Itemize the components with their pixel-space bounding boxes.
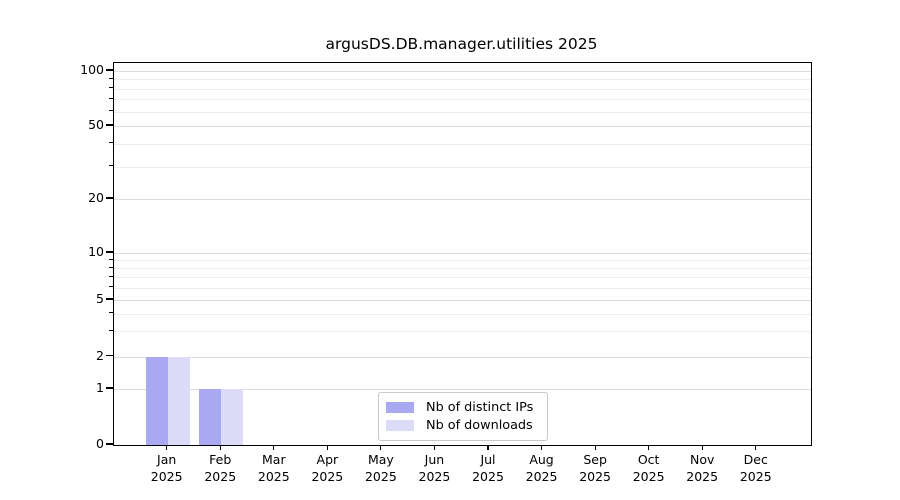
y-minor-tick-mark	[109, 78, 113, 79]
legend: Nb of distinct IPs Nb of downloads	[378, 392, 548, 441]
y-gridline-minor	[114, 314, 811, 315]
y-tick-label: 5	[0, 291, 104, 307]
y-minor-tick-mark	[109, 259, 113, 260]
y-gridline-minor	[114, 112, 811, 113]
y-minor-tick-mark	[109, 87, 113, 88]
x-tick-mark	[755, 445, 756, 450]
y-tick-mark	[106, 69, 113, 70]
y-gridline-minor	[114, 260, 811, 261]
y-gridline-minor	[114, 79, 811, 80]
y-tick-label: 10	[0, 244, 104, 260]
legend-swatch-distinct-ips	[386, 402, 414, 413]
bar-downloads	[168, 357, 190, 446]
x-tick-mark	[273, 445, 274, 450]
y-tick-label: 2	[0, 348, 104, 364]
y-tick-label: 0	[0, 436, 104, 452]
y-tick-label: 50	[0, 117, 104, 133]
legend-item-downloads: Nb of downloads	[386, 417, 540, 434]
x-tick-label-line: 2025	[724, 469, 788, 486]
y-minor-tick-mark	[109, 165, 113, 166]
y-tick-label: 20	[0, 190, 104, 206]
y-minor-tick-mark	[109, 98, 113, 99]
x-tick-mark	[327, 445, 328, 450]
y-gridline-minor	[114, 288, 811, 289]
y-gridline-major	[114, 199, 811, 200]
legend-item-distinct-ips: Nb of distinct IPs	[386, 399, 540, 416]
x-tick-label: Dec2025	[724, 452, 788, 485]
chart-figure: argusDS.DB.manager.utilities 2025 0 1 2 5 10…	[0, 0, 900, 500]
y-gridline-minor	[114, 89, 811, 90]
x-tick-mark	[648, 445, 649, 450]
x-tick-mark	[595, 445, 596, 450]
y-minor-tick-mark	[109, 312, 113, 313]
y-tick-label: 100	[0, 62, 104, 78]
y-tick-mark	[106, 443, 113, 444]
x-tick-mark	[380, 445, 381, 450]
chart-title: argusDS.DB.manager.utilities 2025	[113, 35, 810, 53]
y-tick-mark	[106, 298, 113, 299]
x-tick-mark	[434, 445, 435, 450]
y-gridline-minor	[114, 99, 811, 100]
bar-distinct-ips	[146, 357, 168, 446]
y-minor-tick-mark	[109, 267, 113, 268]
y-tick-mark	[106, 387, 113, 388]
legend-label-downloads: Nb of downloads	[426, 418, 533, 433]
y-minor-tick-mark	[109, 276, 113, 277]
y-gridline-minor	[114, 167, 811, 168]
y-gridline-minor	[114, 331, 811, 332]
y-minor-tick-mark	[109, 142, 113, 143]
y-tick-mark	[106, 197, 113, 198]
y-minor-tick-mark	[109, 110, 113, 111]
x-tick-mark	[487, 445, 488, 450]
x-tick-mark	[220, 445, 221, 450]
y-gridline-major	[114, 357, 811, 358]
x-tick-mark	[166, 445, 167, 450]
y-gridline-major	[114, 253, 811, 254]
y-gridline-minor	[114, 268, 811, 269]
y-tick-mark	[106, 355, 113, 356]
x-tick-label-line: Dec	[724, 452, 788, 469]
y-tick-label: 1	[0, 380, 104, 396]
y-minor-tick-mark	[109, 330, 113, 331]
bar-downloads	[221, 389, 243, 445]
y-gridline-major	[114, 71, 811, 72]
y-gridline-minor	[114, 277, 811, 278]
y-gridline-major	[114, 126, 811, 127]
x-tick-mark	[702, 445, 703, 450]
x-tick-mark	[541, 445, 542, 450]
legend-swatch-downloads	[386, 420, 414, 431]
y-minor-tick-mark	[109, 286, 113, 287]
bar-distinct-ips	[199, 389, 221, 445]
y-gridline-major	[114, 300, 811, 301]
legend-label-distinct-ips: Nb of distinct IPs	[426, 400, 533, 415]
plot-area	[113, 62, 812, 446]
y-tick-mark	[106, 124, 113, 125]
y-tick-mark	[106, 251, 113, 252]
y-gridline-minor	[114, 144, 811, 145]
